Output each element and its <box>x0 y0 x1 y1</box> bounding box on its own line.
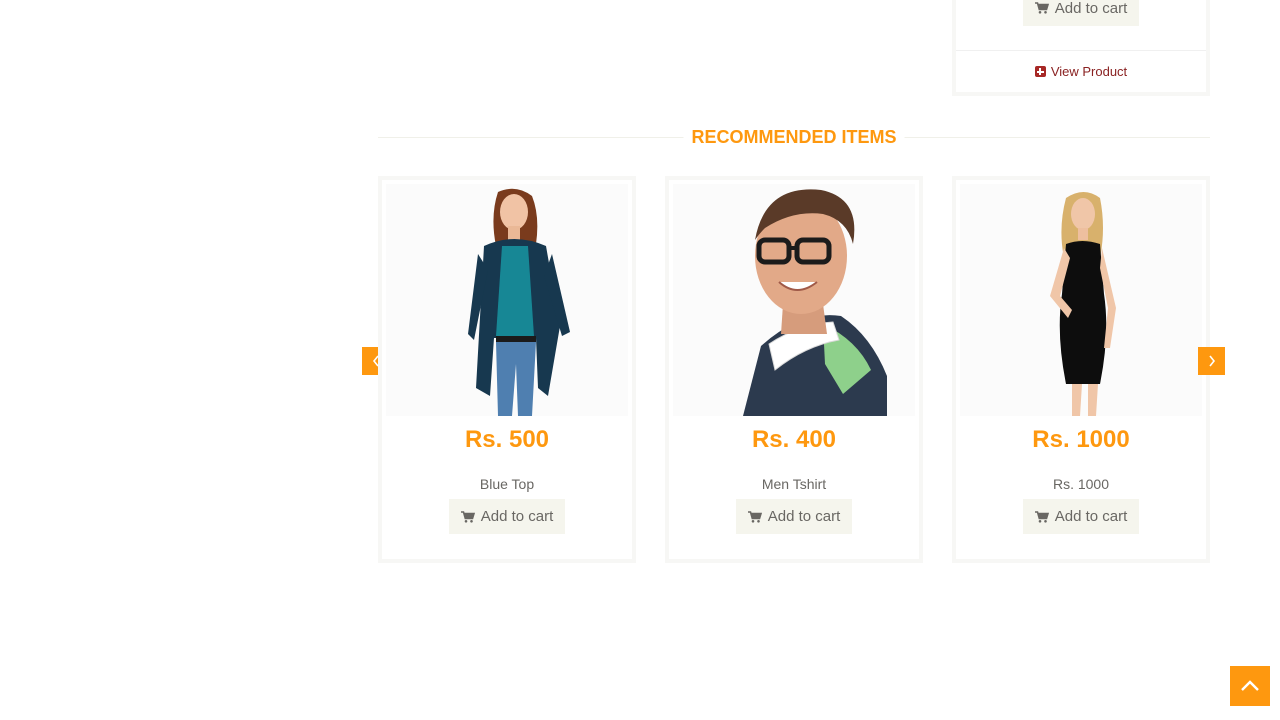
carousel-next-button[interactable] <box>1198 347 1225 375</box>
product-name: Men Tshirt <box>761 476 827 492</box>
product-price: Rs. 1000 <box>1032 426 1130 453</box>
product-image[interactable] <box>960 184 1202 416</box>
cart-icon <box>747 510 762 523</box>
add-to-cart-button[interactable]: Add to cart <box>449 499 565 534</box>
card-divider <box>956 50 1206 51</box>
cart-icon <box>1034 510 1049 523</box>
woman-blue-top-photo <box>386 184 628 416</box>
man-tshirt-photo <box>673 184 915 416</box>
product-name: Blue Top <box>479 476 535 492</box>
cart-icon <box>1034 2 1049 14</box>
plus-square-icon <box>1034 66 1046 77</box>
cart-icon <box>460 510 475 523</box>
product-card-partial: Add to cart View Product <box>952 0 1210 96</box>
product-card: Rs. 400 Men Tshirt Add to cart <box>665 176 923 563</box>
add-to-cart-label: Add to cart <box>1054 0 1128 17</box>
add-to-cart-button[interactable]: Add to cart <box>1023 0 1139 26</box>
product-image[interactable] <box>673 184 915 416</box>
section-title: RECOMMENDED ITEMS <box>683 127 905 148</box>
chevron-up-icon <box>1241 680 1259 691</box>
product-name: Rs. 1000 <box>1052 476 1110 492</box>
woman-black-dress-photo <box>960 184 1202 416</box>
add-to-cart-label: Add to cart <box>1054 508 1128 525</box>
add-to-cart-button[interactable]: Add to cart <box>736 499 852 534</box>
view-product-label: View Product <box>1050 64 1128 79</box>
view-product-link[interactable]: View Product <box>956 64 1206 79</box>
product-card: Rs. 500 Blue Top Add to cart <box>378 176 636 563</box>
add-to-cart-button[interactable]: Add to cart <box>1023 499 1139 534</box>
add-to-cart-label: Add to cart <box>767 508 841 525</box>
product-image[interactable] <box>386 184 628 416</box>
product-card: Rs. 1000 Rs. 1000 Add to cart <box>952 176 1210 563</box>
chevron-right-icon <box>1208 355 1215 367</box>
add-to-cart-label: Add to cart <box>480 508 554 525</box>
scroll-up-button[interactable] <box>1230 666 1270 706</box>
product-price: Rs. 500 <box>464 426 550 453</box>
product-price: Rs. 400 <box>751 426 837 453</box>
recommended-items-heading: RECOMMENDED ITEMS <box>378 124 1210 150</box>
